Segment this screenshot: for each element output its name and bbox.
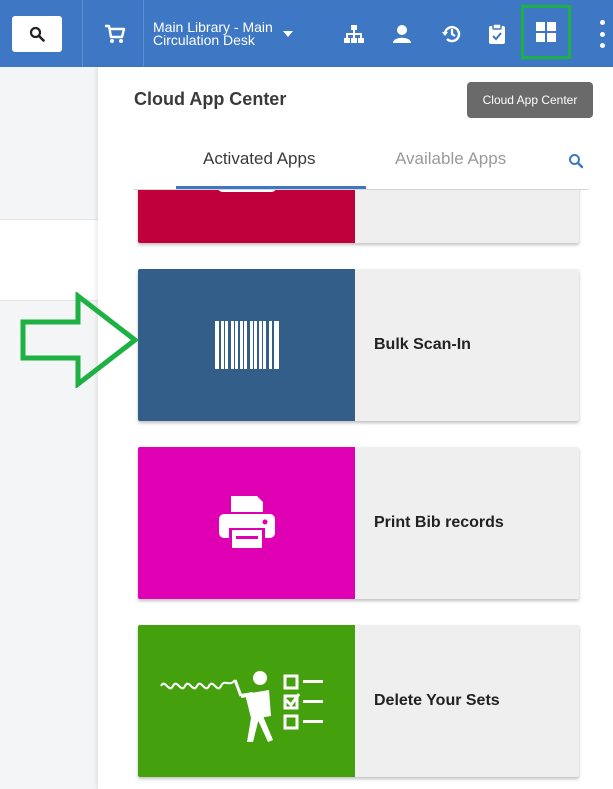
tooltip: Cloud App Center [467,82,593,118]
library-name: Main Library - Main Circulation Desk [153,19,273,48]
whip-checklist-icon [159,671,323,742]
app-image [138,625,355,777]
cart-icon [105,24,126,43]
search-icon [29,26,45,42]
cloud-app-center-panel: Cloud App Center ✕ Cloud App Center Acti… [98,67,613,789]
app-image [138,190,355,243]
app-card[interactable] [138,190,579,243]
tab-activated-apps[interactable]: Activated Apps [203,149,315,169]
user-icon [393,25,411,43]
app-image [138,269,355,421]
panel-title: Cloud App Center [134,89,287,109]
active-tab-indicator [176,186,366,189]
divider [143,0,144,67]
background-row [0,219,98,301]
app-card-delete-your-sets[interactable]: Delete Your Sets [138,625,579,777]
app-name: Delete Your Sets [374,692,500,709]
printer-icon [218,496,275,550]
cloud-app-center-button[interactable] [521,5,571,59]
app-name: Print Bib records [374,514,504,531]
app-card-bulk-scan-in[interactable]: Bulk Scan-In [138,269,579,421]
tab-available-apps[interactable]: Available Apps [395,149,506,169]
clipboard-check-icon [489,23,505,44]
tasks-button[interactable] [480,17,514,51]
search-icon[interactable] [568,153,584,174]
caret-down-icon [282,31,293,37]
divider [82,0,83,67]
sitemap-icon [344,25,364,43]
user-button[interactable] [385,17,419,51]
history-icon [442,25,461,43]
app-list: Bulk Scan-In Print Bib records Delete Yo… [98,190,613,789]
app-image [138,447,355,599]
cart-button[interactable] [98,17,132,51]
barcode-icon [214,321,279,369]
search-button[interactable] [12,16,62,52]
app-name: Bulk Scan-In [374,336,471,353]
library-selector[interactable]: Main Library - Main Circulation Desk [153,16,323,52]
top-bar: Main Library - Main Circulation Desk [0,0,613,67]
app-card-print-bib-records[interactable]: Print Bib records [138,447,579,599]
history-button[interactable] [435,17,469,51]
cloud-app-center-icon [536,22,556,42]
background-page [0,67,98,789]
arrow-right-outline-icon [20,292,140,388]
hierarchy-button[interactable] [337,17,371,51]
more-vertical-icon[interactable] [600,20,606,48]
calendar-icon [218,190,275,192]
